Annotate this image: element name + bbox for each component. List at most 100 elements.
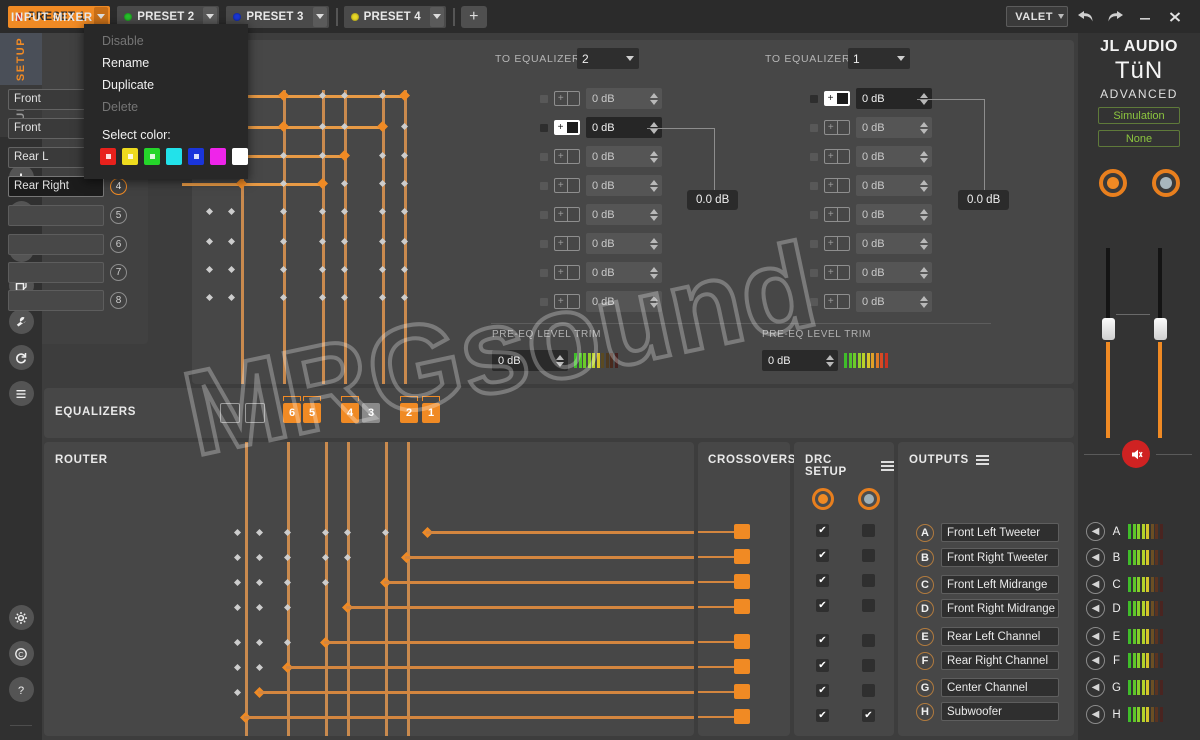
speaker-icon[interactable]: ◀ xyxy=(1086,522,1105,541)
gain-spinner[interactable]: 0 dB xyxy=(856,117,932,138)
output-name-field[interactable]: Front Left Tweeter xyxy=(941,523,1059,542)
mixer-row-1-1[interactable]: + 0 dB xyxy=(540,88,662,109)
input-row-8[interactable]: 8 xyxy=(8,289,138,311)
input-row-7[interactable]: 7 xyxy=(8,261,138,283)
drc-checkbox-b4[interactable] xyxy=(862,599,875,612)
input-row-6[interactable]: 6 xyxy=(8,233,138,255)
gain-spinner[interactable]: 0 dB xyxy=(586,146,662,167)
drc-knob-b[interactable] xyxy=(858,488,880,510)
matrix-toggle-icon[interactable]: + xyxy=(824,178,850,193)
gain-spinner[interactable]: 0 dB xyxy=(586,175,662,196)
input-name-field[interactable] xyxy=(8,205,104,226)
color-swatch-green[interactable] xyxy=(144,148,160,165)
menu-item-duplicate[interactable]: Duplicate xyxy=(84,74,248,96)
matrix-toggle-icon[interactable]: + xyxy=(554,236,580,251)
drc-checkbox-a7[interactable]: ✔ xyxy=(816,684,829,697)
equalizer-slot-empty-2[interactable] xyxy=(245,403,265,423)
output-name-field[interactable]: Center Channel xyxy=(941,678,1059,697)
drc-checkbox-a5[interactable]: ✔ xyxy=(816,634,829,647)
master-fader-right[interactable] xyxy=(1158,248,1162,438)
output-row-h[interactable]: H Subwoofer xyxy=(916,702,1059,721)
crossover-block-1[interactable] xyxy=(734,524,750,539)
gain-spinner[interactable]: 0 dB xyxy=(856,146,932,167)
close-icon[interactable] xyxy=(1162,4,1188,30)
color-swatch-yellow[interactable] xyxy=(122,148,138,165)
output-row-b[interactable]: B Front Right Tweeter xyxy=(916,548,1059,567)
output-row-c[interactable]: C Front Left Midrange xyxy=(916,575,1059,594)
matrix-toggle-icon[interactable]: + xyxy=(554,91,580,106)
color-swatch-red[interactable] xyxy=(100,148,116,165)
mixer-row-1-7[interactable]: + 0 dB xyxy=(540,262,662,283)
mix-dot[interactable] xyxy=(540,211,548,219)
help-icon[interactable]: ? xyxy=(9,677,34,702)
color-swatch-blue[interactable] xyxy=(188,148,204,165)
refresh-icon[interactable] xyxy=(9,345,34,370)
preset-dropdown-caret[interactable] xyxy=(430,7,444,27)
drc-checkbox-b2[interactable] xyxy=(862,549,875,562)
mix-dot[interactable] xyxy=(540,153,548,161)
speaker-icon[interactable]: ◀ xyxy=(1086,548,1105,567)
output-row-g[interactable]: G Center Channel xyxy=(916,678,1059,697)
drc-checkbox-b7[interactable] xyxy=(862,684,875,697)
preset-tab-4[interactable]: PRESET 4 xyxy=(344,6,446,28)
crossover-block-2[interactable] xyxy=(734,549,750,564)
menu-hamburger-icon[interactable] xyxy=(976,455,989,465)
mix-dot[interactable] xyxy=(540,298,548,306)
mix-dot[interactable] xyxy=(540,269,548,277)
mix-dot[interactable] xyxy=(810,124,818,132)
master-fader-left[interactable] xyxy=(1106,248,1110,438)
equalizer-slot-empty-1[interactable] xyxy=(220,403,240,423)
gain-spinner[interactable]: 0 dB xyxy=(586,233,662,254)
list-icon[interactable] xyxy=(9,381,34,406)
copyright-icon[interactable]: C xyxy=(9,641,34,666)
equalizer-chip-2[interactable]: 2 xyxy=(400,403,418,423)
menu-item-disable[interactable]: Disable xyxy=(84,30,248,52)
input-name-field[interactable] xyxy=(8,262,104,283)
matrix-toggle-icon[interactable]: + xyxy=(554,207,580,222)
gain-spinner[interactable]: 0 dB xyxy=(586,262,662,283)
drc-checkbox-b8[interactable]: ✔ xyxy=(862,709,875,722)
input-name-field[interactable] xyxy=(8,234,104,255)
add-preset-button[interactable]: + xyxy=(461,6,487,28)
mix-dot[interactable] xyxy=(810,211,818,219)
master-knob-left[interactable] xyxy=(1099,169,1127,197)
color-swatch-white[interactable] xyxy=(232,148,248,165)
drc-checkbox-a8[interactable]: ✔ xyxy=(816,709,829,722)
matrix-toggle-icon[interactable]: + xyxy=(824,149,850,164)
crossover-block-4[interactable] xyxy=(734,599,750,614)
mix-dot[interactable] xyxy=(540,95,548,103)
output-row-e[interactable]: E Rear Left Channel xyxy=(916,627,1059,646)
speaker-icon[interactable]: ◀ xyxy=(1086,678,1105,697)
gain-spinner[interactable]: 0 dB xyxy=(856,175,932,196)
output-name-field[interactable]: Front Left Midrange xyxy=(941,575,1059,594)
equalizer-chip-6[interactable]: 6 xyxy=(283,403,301,423)
mixer-row-2-8[interactable]: + 0 dB xyxy=(810,291,932,312)
mix-dot[interactable] xyxy=(540,124,548,132)
speaker-icon[interactable]: ◀ xyxy=(1086,575,1105,594)
matrix-toggle-icon[interactable]: + xyxy=(824,294,850,309)
matrix-toggle-icon[interactable]: + xyxy=(824,207,850,222)
mix-dot[interactable] xyxy=(540,240,548,248)
drc-checkbox-a3[interactable]: ✔ xyxy=(816,574,829,587)
mixer-row-2-6[interactable]: + 0 dB xyxy=(810,233,932,254)
mixer-row-2-4[interactable]: + 0 dB xyxy=(810,175,932,196)
output-name-field[interactable]: Rear Right Channel xyxy=(941,651,1059,670)
color-swatch-magenta[interactable] xyxy=(210,148,226,165)
to-equalizer-select-1[interactable]: 2 xyxy=(577,48,639,69)
mix-dot[interactable] xyxy=(810,153,818,161)
gear-icon[interactable] xyxy=(9,605,34,630)
mix-dot[interactable] xyxy=(810,298,818,306)
valet-dropdown[interactable]: VALET xyxy=(1006,6,1068,27)
gain-spinner[interactable]: 0 dB xyxy=(586,291,662,312)
undo-arrow-icon[interactable] xyxy=(1072,4,1098,30)
gain-spinner[interactable]: 0 dB xyxy=(586,88,662,109)
crossover-block-5[interactable] xyxy=(734,634,750,649)
crossover-block-7[interactable] xyxy=(734,684,750,699)
menu-item-delete[interactable]: Delete xyxy=(84,96,248,118)
to-equalizer-select-2[interactable]: 1 xyxy=(848,48,910,69)
speaker-icon[interactable]: ◀ xyxy=(1086,599,1105,618)
drc-checkbox-a4[interactable]: ✔ xyxy=(816,599,829,612)
wrench-icon[interactable] xyxy=(9,309,34,334)
master-knob-right[interactable] xyxy=(1152,169,1180,197)
output-name-field[interactable]: Subwoofer xyxy=(941,702,1059,721)
